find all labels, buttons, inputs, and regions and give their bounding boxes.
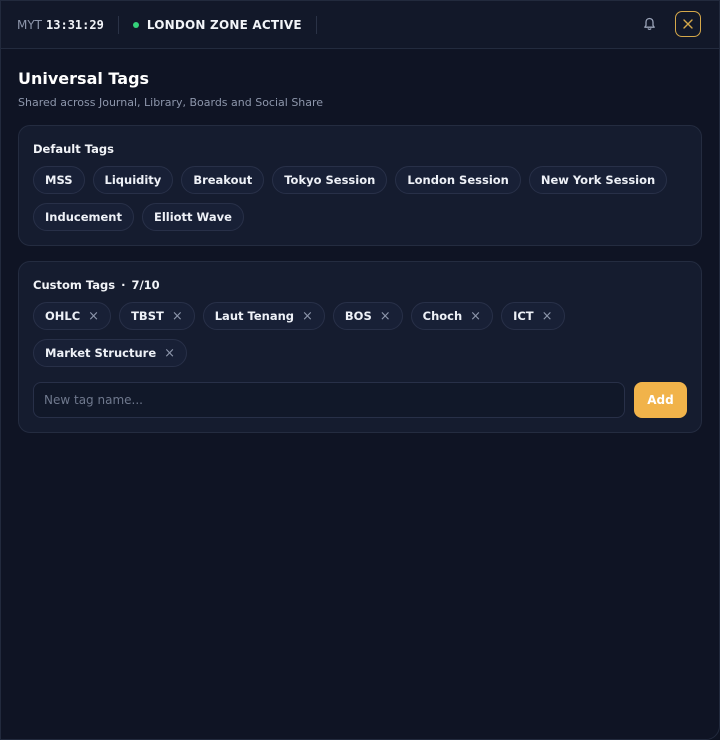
default-tags-list: MSS Liquidity Breakout Tokyo Session London … xyxy=(33,166,687,231)
status-label: LONDON ZONE ACTIVE xyxy=(146,17,302,32)
custom-tag-laut-tenang[interactable]: Laut Tenang × xyxy=(202,302,325,330)
default-tags-title: Default Tags xyxy=(33,142,114,156)
tag-label: New York Session xyxy=(540,173,656,187)
page-subtitle: Shared across Journal, Library, Boards a… xyxy=(18,96,324,109)
tag-label: London Session xyxy=(407,173,509,187)
tag-label: ICT xyxy=(513,309,534,323)
remove-tag-icon[interactable]: × xyxy=(88,310,99,323)
tag-label: Choch xyxy=(422,309,463,323)
tag-label: Market Structure xyxy=(45,346,157,360)
close-button[interactable] xyxy=(675,11,701,37)
tag-label: OHLC xyxy=(45,309,81,323)
tag-label: BOS xyxy=(344,309,372,323)
tag-label: Tokyo Session xyxy=(284,173,376,187)
remove-tag-icon[interactable]: × xyxy=(302,310,313,323)
remove-tag-icon[interactable]: × xyxy=(172,310,183,323)
custom-tag-choch[interactable]: Choch × xyxy=(410,302,494,330)
default-tag-breakout[interactable]: Breakout xyxy=(181,166,265,194)
custom-tag-market-structure[interactable]: Market Structure × xyxy=(33,339,188,367)
remove-tag-icon[interactable]: × xyxy=(380,310,391,323)
remove-tag-icon[interactable]: × xyxy=(542,310,553,323)
default-tag-inducement[interactable]: Inducement xyxy=(33,203,134,231)
default-tag-new-york-session[interactable]: New York Session xyxy=(528,166,668,194)
tag-label: Breakout xyxy=(193,173,253,187)
custom-tag-ict[interactable]: ICT × xyxy=(501,302,565,330)
clock-time: 13:31:29 xyxy=(46,17,104,32)
divider xyxy=(117,15,119,34)
default-tag-liquidity[interactable]: Liquidity xyxy=(92,166,174,194)
default-tag-mss[interactable]: MSS xyxy=(33,166,85,194)
custom-tags-title: Custom Tags xyxy=(33,278,116,292)
tag-label: TBST xyxy=(131,309,164,323)
status-dot-icon xyxy=(132,21,139,28)
divider xyxy=(315,15,317,34)
default-tag-london-session[interactable]: London Session xyxy=(395,166,521,194)
custom-tag-bos[interactable]: BOS × xyxy=(332,302,403,330)
custom-tags-separator: · xyxy=(121,278,126,292)
clock: MYT 13:31:29 xyxy=(17,18,104,32)
custom-tags-count: 7/10 xyxy=(131,278,160,292)
tag-label: MSS xyxy=(45,173,73,187)
custom-tags-card: Custom Tags · 7/10 OHLC × TBST × Laut Tenang… xyxy=(18,261,702,433)
custom-tag-tbst[interactable]: TBST × xyxy=(119,302,195,330)
new-tag-input[interactable] xyxy=(33,382,625,418)
add-tag-row: Add xyxy=(33,382,687,418)
default-tags-card: Default Tags MSS Liquidity Breakout Tokyo S… xyxy=(18,125,702,246)
tag-label: Liquidity xyxy=(104,173,162,187)
default-tag-tokyo-session[interactable]: Tokyo Session xyxy=(272,166,388,194)
custom-tags-header: Custom Tags · 7/10 xyxy=(33,278,687,292)
custom-tags-list: OHLC × TBST × Laut Tenang × BOS × Choch × ICT × Mark… xyxy=(33,302,687,367)
tag-label: Elliott Wave xyxy=(153,210,232,224)
tag-label: Inducement xyxy=(45,210,122,224)
custom-tag-ohlc[interactable]: OHLC × xyxy=(33,302,112,330)
top-bar: MYT 13:31:29 LONDON ZONE ACTIVE xyxy=(1,1,719,49)
session-status: LONDON ZONE ACTIVE xyxy=(132,17,302,32)
close-icon xyxy=(683,19,693,29)
remove-tag-icon[interactable]: × xyxy=(164,347,175,360)
tag-label: Laut Tenang xyxy=(214,309,294,323)
timezone-label: MYT xyxy=(17,17,43,32)
tags-modal: MYT 13:31:29 LONDON ZONE ACTIVE Universa… xyxy=(0,0,720,740)
bell-icon[interactable] xyxy=(641,16,657,32)
default-tag-elliott-wave[interactable]: Elliott Wave xyxy=(141,203,244,231)
page-title: Universal Tags xyxy=(18,69,150,88)
remove-tag-icon[interactable]: × xyxy=(470,310,481,323)
add-tag-button[interactable]: Add xyxy=(634,382,687,418)
